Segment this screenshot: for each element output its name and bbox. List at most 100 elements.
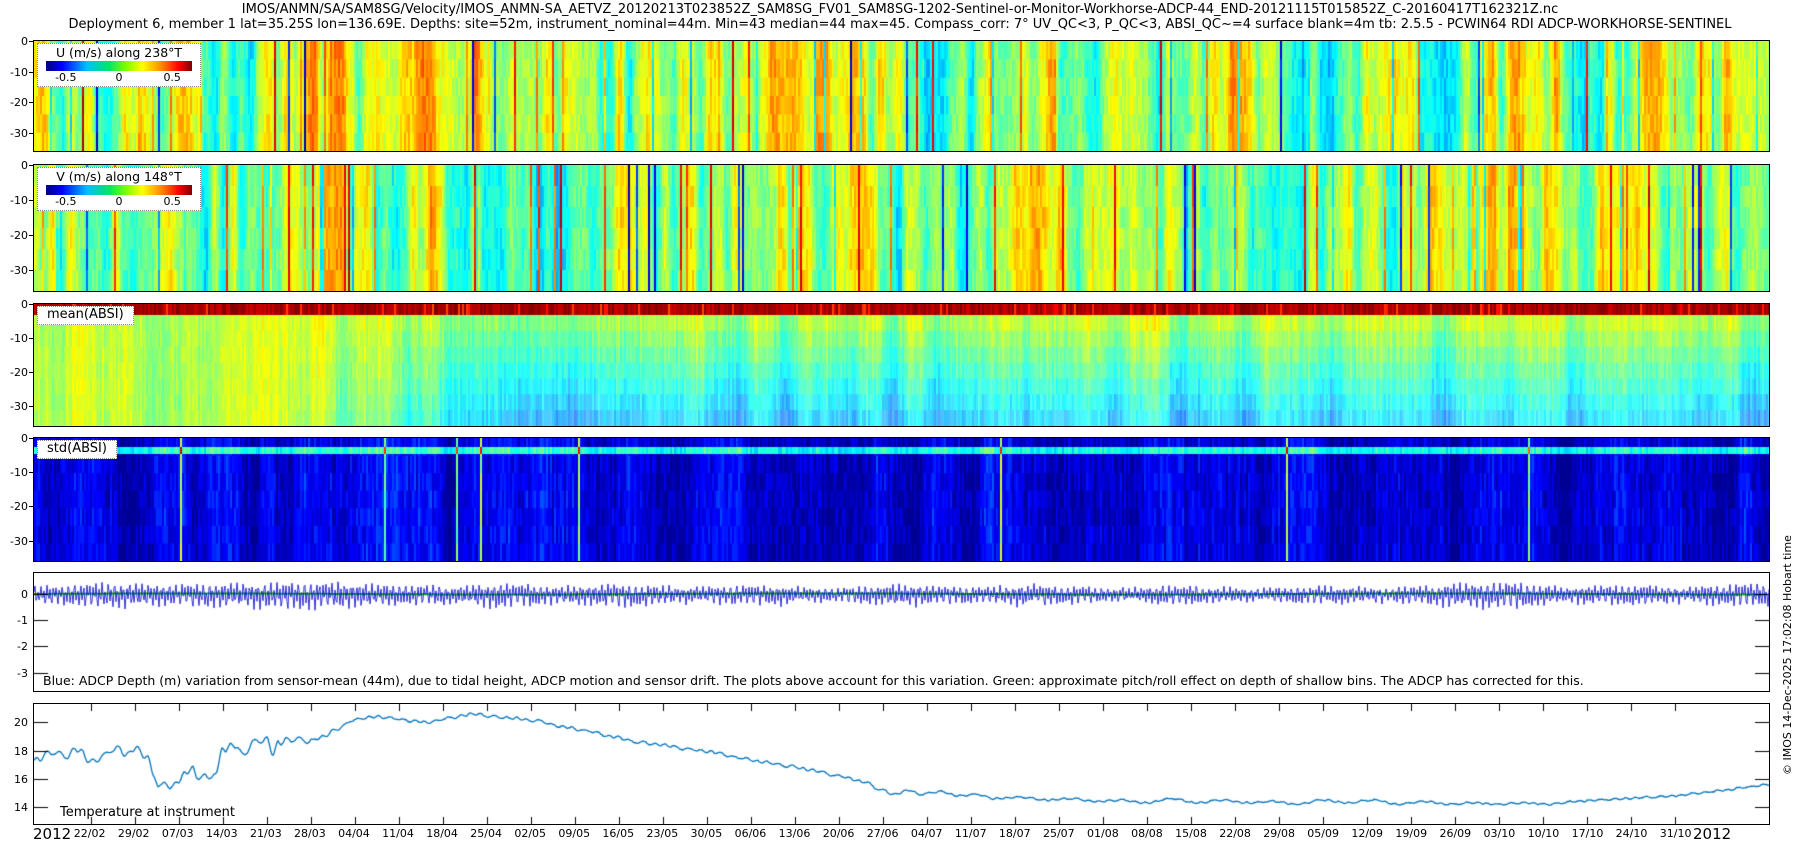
y-tick-mark <box>29 337 33 339</box>
y-tick-label: 0 <box>21 587 28 601</box>
y-tick-mark <box>29 165 33 166</box>
panel-v-velocity: V (m/s) along 148°T -0.5 0 0.5 0 -10 -20 -3… <box>10 159 1770 292</box>
std-absi-label: std(ABSI) <box>37 440 117 459</box>
y-tick-label: -20 <box>10 229 28 242</box>
y-tick-label: -10 <box>10 194 28 207</box>
x-tick-label: 22/02 <box>73 827 106 840</box>
x-tick-label: 14/03 <box>205 827 238 840</box>
panel-std-absi: std(ABSI) 0 -10 -20 -30 <box>10 432 1770 562</box>
x-tick-label: 12/09 <box>1351 827 1384 840</box>
x-tick-label: 19/09 <box>1395 827 1428 840</box>
x-tick-label: 10/10 <box>1527 827 1560 840</box>
u-velocity-legend: U (m/s) along 238°T -0.5 0 0.5 <box>37 43 201 87</box>
v-velocity-legend-title: V (m/s) along 148°T <box>56 169 182 184</box>
x-tick-label: 09/05 <box>558 827 591 840</box>
v-velocity-legend: V (m/s) along 148°T -0.5 0 0.5 <box>37 167 201 211</box>
x-tick-label: 23/05 <box>646 827 679 840</box>
y-tick-label: 0 <box>21 35 28 48</box>
x-tick-label: 15/08 <box>1175 827 1207 840</box>
x-tick-label: 22/08 <box>1219 827 1251 840</box>
x-tick-label: 26/09 <box>1439 827 1472 840</box>
figure-title: IMOS/ANMN/SA/SAM8SG/Velocity/IMOS_ANMN-S… <box>241 2 1559 17</box>
y-tick-mark <box>29 71 33 73</box>
y-tick-mark <box>29 405 33 407</box>
y-tick-mark <box>29 41 33 42</box>
y-tick-label: -20 <box>10 365 28 379</box>
y-tick-label: -1 <box>17 614 28 628</box>
x-tick-label: 17/10 <box>1571 827 1604 840</box>
x-tick-label: 30/05 <box>690 827 723 840</box>
copyright-watermark: © IMOS 14-Dec-2025 17:02:08 Hobart time <box>1781 535 1794 775</box>
x-tick-label: 25/07 <box>1042 827 1075 840</box>
x-tick-label: 29/02 <box>117 827 150 840</box>
x-tick-label: 29/08 <box>1263 827 1295 840</box>
colorbar-tick-label: 0.5 <box>163 71 181 84</box>
temperature-label: Temperature at instrument <box>60 805 235 820</box>
x-tick-label: 24/10 <box>1615 827 1648 840</box>
u-velocity-heatmap <box>34 41 1769 151</box>
y-tick-label: 16 <box>14 772 28 786</box>
y-tick-mark <box>29 472 33 474</box>
y-tick-label: -30 <box>10 399 28 413</box>
x-tick-label: 18/04 <box>426 827 458 840</box>
jet-colorbar <box>46 61 192 71</box>
x-tick-label: 08/08 <box>1131 827 1163 840</box>
y-tick-label: -2 <box>17 640 28 654</box>
x-tick-label: 16/05 <box>602 827 635 840</box>
depth-variation-annotation: Blue: ADCP Depth (m) variation from sens… <box>43 673 1584 688</box>
x-tick-label: 01/08 <box>1087 827 1119 840</box>
y-tick-mark <box>29 102 33 104</box>
y-tick-label: -10 <box>10 65 28 79</box>
x-tick-label: 06/06 <box>734 827 767 840</box>
y-tick-mark <box>29 200 33 201</box>
colorbar-tick-row: -0.5 0 0.5 <box>43 195 195 208</box>
x-tick-label: 18/07 <box>998 827 1031 840</box>
std-absi-heatmap <box>34 438 1769 561</box>
y-tick-label: 18 <box>14 744 28 758</box>
colorbar-tick-label: -0.5 <box>55 71 77 84</box>
x-tick-label: 11/04 <box>382 827 414 840</box>
y-tick-mark <box>29 270 33 271</box>
x-tick-label: 25/04 <box>470 827 502 840</box>
x-tick-label: 28/03 <box>294 827 326 840</box>
x-axis-year-left: 2012 <box>33 825 72 843</box>
u-velocity-legend-title: U (m/s) along 238°T <box>55 45 183 60</box>
y-tick-label: -10 <box>10 466 28 480</box>
y-tick-label: -20 <box>10 96 28 110</box>
temperature-plot <box>34 704 1769 824</box>
y-tick-mark <box>29 132 33 134</box>
jet-colorbar <box>46 185 192 195</box>
x-tick-label: 05/09 <box>1307 827 1340 840</box>
colorbar-tick-label: 0 <box>115 195 123 208</box>
panel-temperature: Temperature at instrument 20 18 16 14 <box>14 703 1770 825</box>
x-tick-label: 03/10 <box>1483 827 1516 840</box>
y-tick-label: -20 <box>10 500 28 514</box>
y-tick-label: -30 <box>10 126 28 140</box>
colorbar-tick-row: -0.5 0 0.5 <box>43 71 195 84</box>
figure-subtitle: Deployment 6, member 1 lat=35.25S lon=13… <box>68 17 1732 32</box>
y-tick-mark <box>29 304 33 305</box>
x-tick-label: 04/04 <box>338 827 370 840</box>
y-tick-mark <box>29 438 33 439</box>
x-axis-labels: 2012 2012 22/02 29/02 07/03 14/03 21/03 28/03… <box>33 825 1770 843</box>
x-tick-label: 04/07 <box>910 827 943 840</box>
x-tick-label: 13/06 <box>778 827 811 840</box>
figure: IMOS/ANMN/SA/SAM8SG/Velocity/IMOS_ANMN-S… <box>0 0 1800 850</box>
colorbar-tick-label: 0.5 <box>163 195 181 208</box>
colorbar-tick-label: -0.5 <box>55 195 77 208</box>
y-tick-label: -10 <box>10 331 28 345</box>
y-tick-label: 14 <box>14 801 28 815</box>
y-tick-label: -3 <box>17 666 28 680</box>
y-tick-label: -30 <box>10 264 28 277</box>
y-tick-label: 20 <box>14 716 28 730</box>
panel-u-velocity: U (m/s) along 238°T -0.5 0 0.5 0 -10 -20 -3… <box>10 35 1770 152</box>
y-tick-label: 0 <box>21 432 28 445</box>
y-tick-mark <box>29 235 33 236</box>
panel-mean-absi: mean(ABSI) 0 -10 -20 -30 <box>10 298 1770 427</box>
x-tick-label: 20/06 <box>822 827 855 840</box>
v-velocity-heatmap <box>34 165 1769 291</box>
y-tick-label: -30 <box>10 534 28 548</box>
x-tick-label: 21/03 <box>249 827 282 840</box>
y-tick-mark <box>29 540 33 542</box>
x-tick-label: 02/05 <box>514 827 547 840</box>
